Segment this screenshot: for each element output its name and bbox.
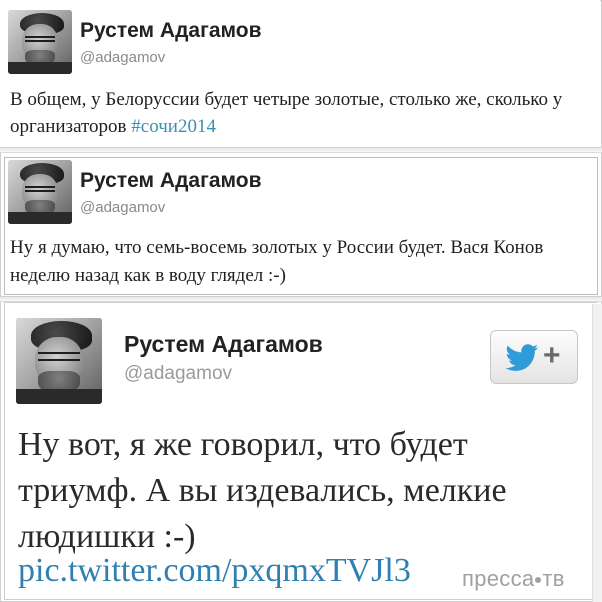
author-handle[interactable]: @adagamov: [80, 49, 165, 66]
scrollbar[interactable]: [592, 304, 602, 602]
tweet-text: Ну вот, я же говорил, что будет триумф. …: [18, 426, 507, 555]
watermark: пресса тв: [462, 566, 565, 592]
media-link[interactable]: pic.twitter.com/pxqmxTVJl3: [18, 552, 411, 590]
avatar[interactable]: [8, 160, 72, 224]
tweet-text-body: В общем, у Белоруссии будет четыре золот…: [10, 89, 563, 137]
watermark-dot-icon: [535, 577, 542, 583]
watermark-left: пресса: [462, 566, 535, 591]
author-name[interactable]: Рустем Адагамов: [80, 169, 262, 193]
author-name[interactable]: Рустем Адагамов: [80, 19, 262, 43]
hashtag-link[interactable]: #сочи2014: [131, 116, 216, 137]
watermark-right: тв: [542, 566, 565, 591]
avatar[interactable]: [8, 10, 72, 74]
tweet-text: В общем, у Белоруссии будет четыре золот…: [10, 86, 594, 140]
twitter-bird-icon: [505, 344, 538, 371]
author-name[interactable]: Рустем Адагамов: [124, 331, 323, 358]
follow-button[interactable]: +: [490, 330, 578, 384]
avatar[interactable]: [16, 318, 102, 404]
tweet-2: Рустем Адагамов @adagamov Ну я думаю, чт…: [0, 150, 600, 300]
follow-plus-label: +: [543, 339, 561, 372]
author-handle[interactable]: @adagamov: [80, 199, 165, 216]
author-handle[interactable]: @adagamov: [124, 363, 232, 385]
tweet-text: Ну я думаю, что семь-восемь золотых у Ро…: [10, 237, 544, 286]
tweet-1: Рустем Адагамов @adagamov В общем, у Бел…: [0, 0, 600, 150]
